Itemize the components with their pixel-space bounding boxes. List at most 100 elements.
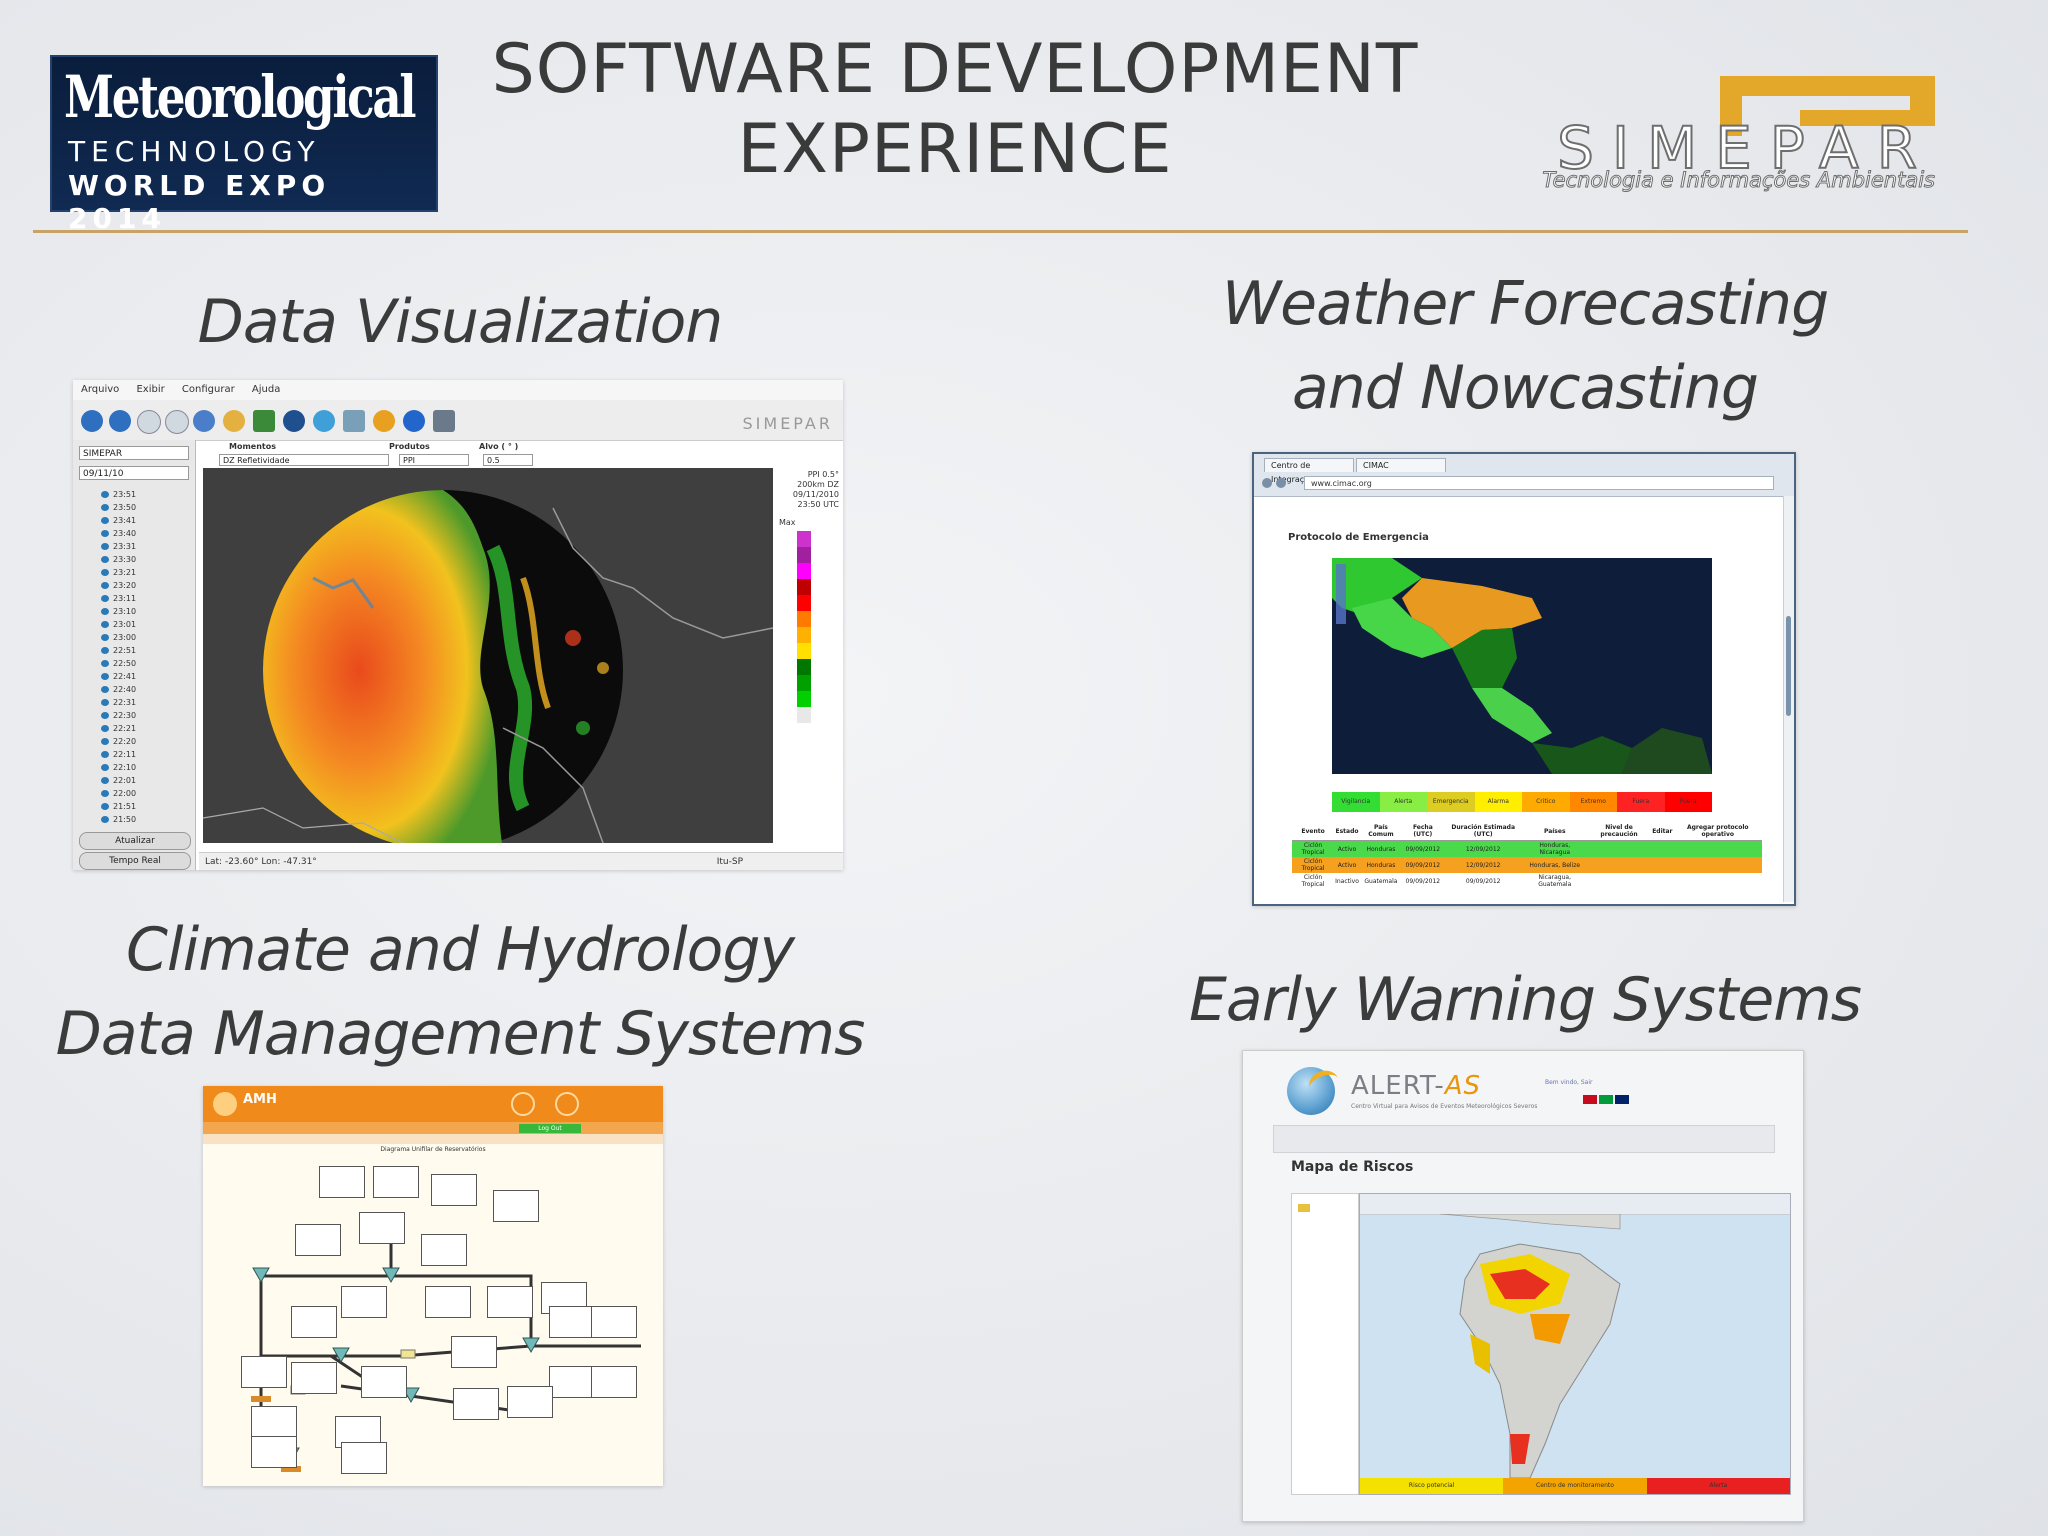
- brazil-flag-icon[interactable]: [1599, 1095, 1613, 1104]
- reservoir-box[interactable]: [591, 1306, 637, 1338]
- reservoir-box[interactable]: [341, 1286, 387, 1318]
- time-item[interactable]: 22:21: [101, 722, 191, 735]
- central-america-map[interactable]: [1332, 558, 1712, 774]
- back-icon[interactable]: [81, 410, 103, 432]
- main-nav[interactable]: [1273, 1125, 1775, 1153]
- table-cell: Activo: [1337, 861, 1357, 869]
- time-item[interactable]: 22:11: [101, 748, 191, 761]
- climate-hydrology-screenshot: AMH Log Out Diagrama Unifilar de Reserva…: [203, 1086, 663, 1486]
- time-item[interactable]: 23:40: [101, 527, 191, 540]
- time-item[interactable]: 23:21: [101, 566, 191, 579]
- menu-item[interactable]: Arquivo: [81, 384, 119, 395]
- time-item[interactable]: 23:31: [101, 540, 191, 553]
- time-item[interactable]: 22:40: [101, 683, 191, 696]
- logout-button[interactable]: Log Out: [519, 1124, 581, 1133]
- menu-item[interactable]: Exibir: [136, 384, 164, 395]
- elevation-select[interactable]: 0.5: [483, 454, 533, 466]
- image-icon[interactable]: [253, 410, 275, 432]
- time-item[interactable]: 22:51: [101, 644, 191, 657]
- time-item[interactable]: 22:50: [101, 657, 191, 670]
- pan-icon[interactable]: [193, 410, 215, 432]
- reservoir-box[interactable]: [549, 1366, 595, 1398]
- realtime-button[interactable]: Tempo Real: [79, 852, 191, 870]
- reservoir-box[interactable]: [251, 1406, 297, 1438]
- date-field[interactable]: 09/11/10: [79, 466, 189, 480]
- uk-flag-icon[interactable]: [1615, 1095, 1629, 1104]
- time-item[interactable]: 23:00: [101, 631, 191, 644]
- reservoir-box[interactable]: [319, 1166, 365, 1198]
- product-select[interactable]: PPI: [399, 454, 469, 466]
- reservoir-box[interactable]: [291, 1362, 337, 1394]
- reservoir-box[interactable]: [361, 1366, 407, 1398]
- table-row[interactable]: Ciclón Tropical Activo Honduras 09/09/2012 1…: [1292, 857, 1762, 873]
- globe-icon[interactable]: [283, 410, 305, 432]
- reservoir-box[interactable]: [425, 1286, 471, 1318]
- reservoir-box[interactable]: [453, 1388, 499, 1420]
- forward-icon[interactable]: [109, 410, 131, 432]
- menu-item[interactable]: Configurar: [182, 384, 235, 395]
- radar-map[interactable]: [203, 468, 773, 843]
- reservoir-box[interactable]: [451, 1336, 497, 1368]
- time-item[interactable]: 22:00: [101, 787, 191, 800]
- export-icon[interactable]: [433, 410, 455, 432]
- reservoir-box[interactable]: [493, 1190, 539, 1222]
- scrollbar-thumb[interactable]: [1786, 616, 1791, 716]
- time-item[interactable]: 21:50: [101, 813, 191, 826]
- time-item[interactable]: 22:01: [101, 774, 191, 787]
- layers-icon[interactable]: [343, 410, 365, 432]
- zoom-out-icon[interactable]: [165, 410, 189, 434]
- time-item[interactable]: 23:11: [101, 592, 191, 605]
- reservoir-box[interactable]: [251, 1436, 297, 1468]
- browser-tab[interactable]: Centro de Integração: [1264, 458, 1354, 484]
- moment-select[interactable]: DZ Refletividade: [219, 454, 389, 466]
- address-bar[interactable]: www.cimac.org: [1304, 476, 1774, 490]
- reservoir-box[interactable]: [341, 1442, 387, 1474]
- table-row[interactable]: Ciclón Tropical Activo Honduras 09/09/2012 1…: [1292, 840, 1762, 857]
- reservoir-box[interactable]: [359, 1212, 405, 1244]
- spain-flag-icon[interactable]: [1583, 1095, 1597, 1104]
- time-item[interactable]: 21:51: [101, 800, 191, 813]
- time-item[interactable]: 23:20: [101, 579, 191, 592]
- risk-map[interactable]: Risco potencial Centro de monitoramento Al…: [1359, 1193, 1791, 1495]
- reservoir-box[interactable]: [241, 1356, 287, 1388]
- reservoir-box[interactable]: [373, 1166, 419, 1198]
- folder-icon[interactable]: [1298, 1204, 1310, 1212]
- zoom-in-icon[interactable]: [137, 410, 161, 434]
- reservoir-box[interactable]: [487, 1286, 533, 1318]
- layers-pane[interactable]: [1291, 1193, 1359, 1495]
- time-item[interactable]: 23:01: [101, 618, 191, 631]
- radar-select[interactable]: SIMEPAR: [79, 446, 189, 460]
- time-item[interactable]: 23:51: [101, 488, 191, 501]
- welcome-text[interactable]: Bem vindo, Sair: [1545, 1079, 1593, 1086]
- time-list[interactable]: 23:51 23:50 23:41 23:40 23:31 23:30 23:21 23:20…: [101, 488, 191, 826]
- select-icon[interactable]: [223, 410, 245, 432]
- reservoir-box[interactable]: [295, 1224, 341, 1256]
- reservoir-box[interactable]: [421, 1234, 467, 1266]
- reservoir-box[interactable]: [591, 1366, 637, 1398]
- reservoir-box[interactable]: [431, 1174, 477, 1206]
- time-item[interactable]: 23:50: [101, 501, 191, 514]
- menu-item[interactable]: Ajuda: [252, 384, 280, 395]
- colorbar-step: [797, 579, 811, 595]
- time-item[interactable]: 23:30: [101, 553, 191, 566]
- reservoir-box[interactable]: [291, 1306, 337, 1338]
- time-item[interactable]: 22:41: [101, 670, 191, 683]
- time-item[interactable]: 23:10: [101, 605, 191, 618]
- time-item[interactable]: 22:10: [101, 761, 191, 774]
- time-item[interactable]: 22:20: [101, 735, 191, 748]
- time-item[interactable]: 22:31: [101, 696, 191, 709]
- table-row[interactable]: Ciclón Tropical Inactivo Guatemala 09/09/20…: [1292, 873, 1762, 889]
- update-button[interactable]: Atualizar: [79, 832, 191, 850]
- settings-icon[interactable]: [373, 410, 395, 432]
- forward-icon[interactable]: [1276, 478, 1286, 488]
- info-icon[interactable]: [403, 410, 425, 432]
- browser-tab[interactable]: CIMAC: [1356, 458, 1446, 472]
- reservoir-box[interactable]: [549, 1306, 595, 1338]
- refresh-icon[interactable]: [313, 410, 335, 432]
- reservoir-box[interactable]: [507, 1386, 553, 1418]
- back-icon[interactable]: [1262, 478, 1272, 488]
- map-toolbar[interactable]: [1360, 1194, 1790, 1215]
- page-scrollbar[interactable]: [1783, 496, 1794, 902]
- time-item[interactable]: 22:30: [101, 709, 191, 722]
- time-item[interactable]: 23:41: [101, 514, 191, 527]
